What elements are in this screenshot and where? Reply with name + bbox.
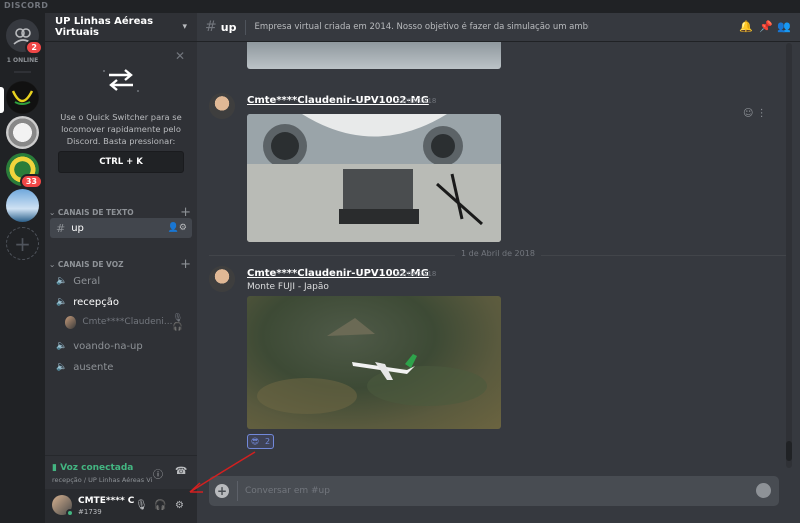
avatar [65,315,77,329]
invite-settings-icons[interactable]: 👤⚙ [168,223,187,233]
voice-connection-panel: ▮ Voz conectada recepção / UP Linhas Aér… [45,455,197,489]
settings-gear-icon[interactable]: ⚙ [175,500,184,511]
voice-status: ▮ Voz conectada [52,463,134,473]
voice-channel-voando[interactable]: 🔈 voando-na-up [50,336,192,356]
shortcut-key: CTRL + K [58,151,184,173]
speaker-icon: 🔈 [56,341,68,351]
add-channel-icon[interactable]: + [180,257,191,272]
chevron-down-icon: ⌄ [49,260,58,269]
guild-header[interactable]: UP Linhas Aéreas Virtuais ▾ [45,13,197,42]
channel-name: up [71,222,84,234]
titlebar: DISCORD [0,0,800,13]
category-voice-channels[interactable]: ⌄ CANAIS DE VOZ + [49,257,191,272]
channel-title: up [220,20,237,34]
emoji-picker-icon[interactable] [756,483,771,498]
online-status-dot [66,509,74,517]
switch-arrows-icon [103,69,139,92]
category-label: CANAIS DE TEXTO [57,208,134,217]
quick-switcher-tip: ✕ Use o Quick Switcher para se locomover… [45,43,197,195]
divider [237,481,238,501]
server-rail: 2 1 ONLINE 33 + [0,13,45,523]
message-timestamp: 31/03/2018 [396,97,437,105]
user-tag: #1739 [78,508,102,516]
members-icon[interactable]: 👥 [777,20,791,33]
chat-area: # up Empresa virtual criada em 2014. Nos… [197,13,800,523]
server-icon-up[interactable] [6,81,39,114]
image-attachment[interactable] [247,296,501,429]
channel-name: ausente [73,361,114,373]
voice-status-label: Voz conectada [60,463,134,473]
guild-name: UP Linhas Aéreas Virtuais [55,16,154,38]
sunglasses-emoji-icon: 😎 [250,437,260,446]
voice-user-name: Cmte****Claudeni... [82,317,173,327]
microphone-icon[interactable]: 🎙 [135,500,148,511]
channel-name: recepção [73,296,120,308]
reaction-count: 2 [265,437,271,446]
chevron-down-icon: ▾ [182,22,187,32]
server-icon-2[interactable] [6,116,39,149]
channel-topic[interactable]: Empresa virtual criada em 2014. Nosso ob… [254,22,589,32]
online-count: 1 ONLINE [6,57,39,64]
selected-indicator [0,87,4,113]
divider [245,19,247,35]
headphones-icon[interactable]: 🎧 [154,500,166,511]
channel-name: voando-na-up [73,340,143,352]
close-icon[interactable]: ✕ [175,49,185,63]
app-logo: DISCORD [4,1,49,10]
message-actions[interactable]: ☺ ⋮ [743,108,767,119]
channel-header: # up Empresa virtual criada em 2014. Nos… [197,13,800,42]
mention-badge: 2 [25,40,43,55]
hash-icon: # [56,221,66,235]
voice-channel-geral[interactable]: 🔈 Geral [50,271,192,291]
reaction-button[interactable]: 😎 2 [247,434,274,449]
hash-icon: # [205,19,217,35]
bell-icon[interactable]: 🔔 [739,20,753,33]
chevron-down-icon: ⌄ [49,208,58,217]
voice-user[interactable]: Cmte****Claudeni... 🎙🎧 [65,313,190,331]
voice-channel-ausente[interactable]: 🔈 ausente [50,357,192,377]
speaker-icon: 🔈 [56,276,68,286]
message-composer: + [209,476,779,506]
channel-name: Geral [73,275,101,287]
channel-up[interactable]: # up 👤⚙ [50,218,192,238]
home-button[interactable]: 2 [6,19,43,55]
user-panel: CMTE**** CL... #1739 🎙 🎧 ⚙ [45,489,197,523]
add-server-button[interactable]: + [6,227,39,260]
voice-channel-recepcao[interactable]: 🔈 recepção [50,292,192,312]
scrollbar-thumb[interactable] [786,441,792,461]
message-timestamp: 01/04/2018 [396,270,437,278]
message-input[interactable] [245,476,745,506]
username: CMTE**** CL... [78,496,134,506]
up-logo-icon [6,81,39,114]
speaker-icon: 🔈 [56,297,68,307]
scrollbar-track[interactable] [786,43,792,468]
airplane-landing-gear-image [247,114,501,242]
message-content: Monte FUJI - Japão [247,282,329,292]
category-label: CANAIS DE VOZ [57,260,124,269]
avatar[interactable] [209,266,235,292]
info-icon[interactable]: ⓘ [153,466,163,481]
date-divider: 1 de Abril de 2018 [455,249,541,258]
disconnect-icon[interactable]: ☎ [175,466,187,477]
image-attachment[interactable] [247,114,501,242]
channel-sidebar: UP Linhas Aéreas Virtuais ▾ ✕ Use o Quic… [45,13,197,523]
voice-location[interactable]: recepção / UP Linhas Aéreas Virt... [52,476,152,484]
previous-image-attachment[interactable] [247,42,501,69]
speaker-icon: 🔈 [56,362,68,372]
aircraft-over-landscape-image [257,318,487,414]
upload-plus-icon[interactable]: + [215,484,229,498]
quick-switcher-text: Use o Quick Switcher para se locomover r… [60,112,182,146]
divider [14,71,31,73]
muted-deafened-icons: 🎙🎧 [172,313,183,331]
pin-icon[interactable]: 📌 [759,20,773,33]
mention-badge: 33 [19,174,43,189]
server-icon-sky[interactable] [6,189,39,222]
avatar[interactable] [209,93,235,119]
server-icon-brasil[interactable]: 33 [6,153,43,189]
